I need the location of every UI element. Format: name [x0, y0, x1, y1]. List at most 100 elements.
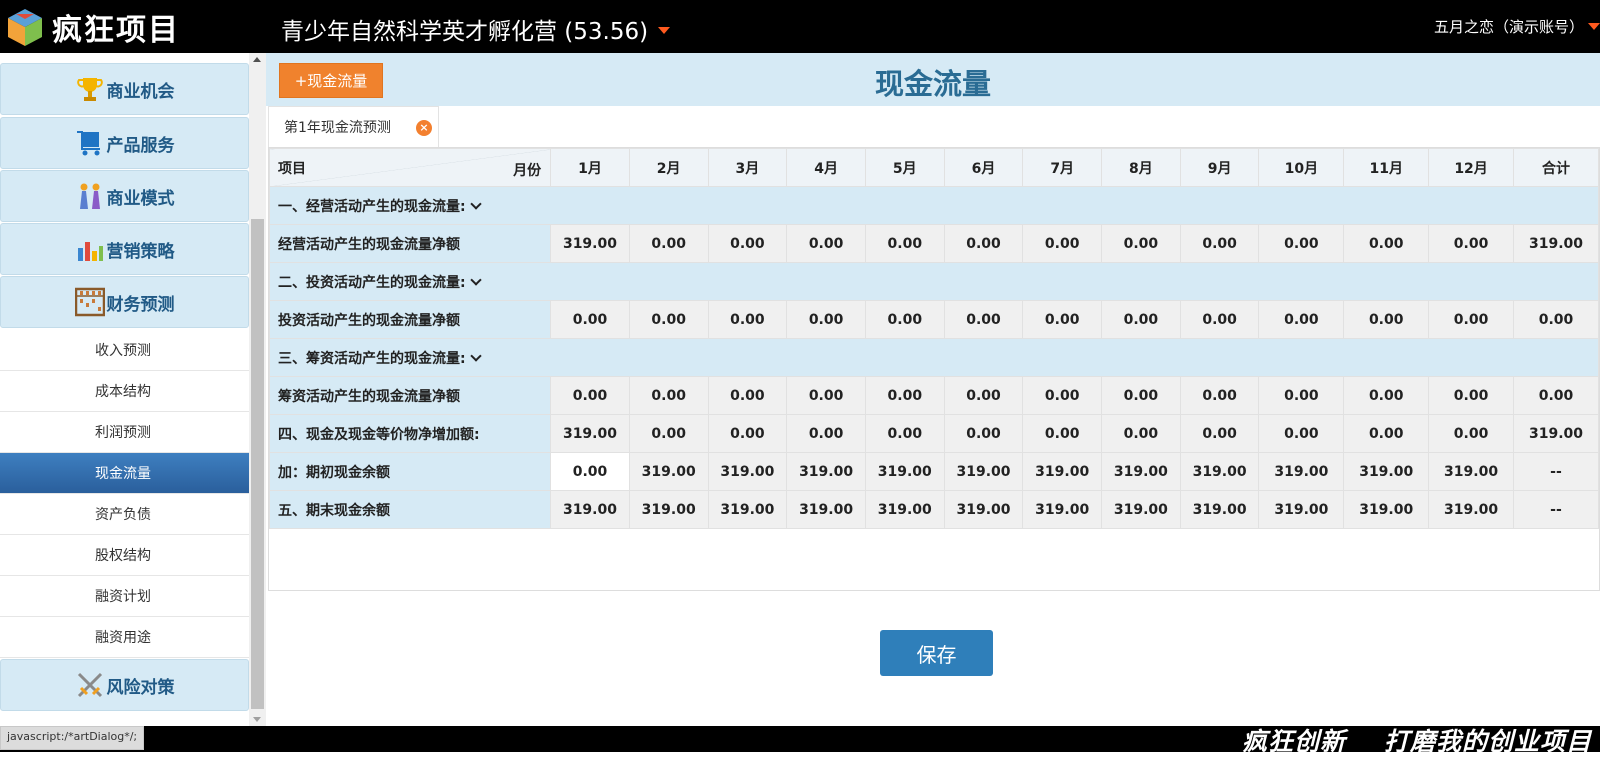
table-cell: 0.00: [707, 414, 788, 453]
sidebar-item-profit-forecast[interactable]: 利润预测: [0, 412, 249, 453]
table-cell: 319.00: [1101, 490, 1181, 529]
month-header: 月份: [513, 163, 542, 179]
table-cell: 319.00: [864, 490, 945, 529]
column-header: 合计: [1512, 148, 1600, 187]
scroll-thumb[interactable]: [251, 219, 264, 709]
sidebar-category-marketing[interactable]: 营销策略: [0, 223, 249, 275]
table-cell: 0.00: [1022, 414, 1103, 453]
table-cell: 0.00: [1428, 414, 1514, 453]
table-cell: 0.00: [786, 224, 866, 263]
table-cell: 0.00: [1101, 414, 1181, 453]
sidebar-item-financing-use[interactable]: 融资用途: [0, 617, 249, 658]
section-toggle-operating[interactable]: 一、经营活动产生的现金流量:: [269, 186, 1599, 225]
chevron-down-icon[interactable]: [469, 349, 482, 362]
sidebar-nav: 商业机会 产品服务 商业模式 营销策略 财务预测 收入预测 成本结构 利润预测 …: [0, 53, 249, 726]
chevron-down-icon[interactable]: [469, 273, 482, 286]
table-cell: 0.00: [1343, 376, 1430, 415]
column-header: 4月: [786, 148, 866, 187]
sidebar-category-products[interactable]: 产品服务: [0, 117, 249, 169]
column-header: 11月: [1343, 148, 1430, 187]
table-cell: 0.00: [864, 414, 945, 453]
sidebar-item-equity-structure[interactable]: 股权结构: [0, 535, 249, 576]
table-cell: 319.00: [1022, 490, 1103, 529]
section-row-investing: 二、投资活动产生的现金流量:: [269, 262, 1599, 301]
column-header: 6月: [943, 148, 1024, 187]
table-cell: 0.00: [1258, 224, 1345, 263]
add-cash-flow-button[interactable]: +现金流量: [279, 63, 383, 98]
footer-slogan: 疯狂创新 打磨我的创业项目: [1242, 722, 1592, 758]
table-cell: 319.00: [707, 490, 788, 529]
scroll-down-arrow-icon[interactable]: [253, 717, 261, 722]
column-header: 7月: [1022, 148, 1103, 187]
table-cell: 319.00: [1428, 490, 1514, 529]
sidebar-category-label: 产品服务: [106, 135, 175, 156]
row-label: 投资活动产生的现金流量净额: [268, 300, 552, 339]
sidebar-item-financing-plan[interactable]: 融资计划: [0, 576, 249, 617]
column-header: 5月: [864, 148, 945, 187]
table-row-net_increase: 四、现金及现金等价物净增加额: 319.00 0.00 0.00 0.00 0.00 0.0…: [268, 414, 1600, 453]
table-cell: 0.00: [943, 224, 1024, 263]
table-cell: 319.00: [550, 414, 630, 453]
sidebar-item-cost-structure[interactable]: 成本结构: [0, 371, 249, 412]
sidebar-category-business-opportunity[interactable]: 商业机会: [0, 63, 249, 115]
sidebar-category-label: 财务预测: [106, 294, 175, 315]
table-cell: 0.00: [707, 224, 788, 263]
sidebar-scrollbar[interactable]: [249, 53, 266, 726]
tab-year1-cash-flow-forecast[interactable]: 第1年现金流预测 ×: [268, 106, 439, 147]
sidebar-category-label: 营销策略: [106, 241, 175, 262]
column-header: 12月: [1428, 148, 1514, 187]
table-cell: 0.00: [943, 414, 1024, 453]
user-menu[interactable]: 五月之恋（演示账号）: [1434, 16, 1600, 37]
user-name: 五月之恋（演示账号）: [1433, 18, 1584, 36]
sidebar-item-cash-flow[interactable]: 现金流量: [0, 453, 249, 494]
save-button[interactable]: 保存: [880, 630, 993, 676]
table-cell: 0.00: [628, 376, 709, 415]
table-cell: 319.00: [786, 490, 866, 529]
sidebar-item-revenue-forecast[interactable]: 收入预测: [0, 330, 249, 371]
abacus-icon: [74, 287, 105, 317]
project-title-dropdown[interactable]: 青少年自然科学英才孵化营 (53.56): [281, 12, 671, 46]
table-cell: 319.00: [550, 490, 630, 529]
close-icon[interactable]: ×: [416, 120, 432, 136]
section-toggle-investing[interactable]: 二、投资活动产生的现金流量:: [269, 262, 1599, 301]
section-label: 二、投资活动产生的现金流量:: [278, 274, 466, 291]
row-label: 五、期末现金余额: [268, 490, 552, 529]
table-cell: 319.00: [1179, 490, 1260, 529]
app-logo[interactable]: 疯狂项目: [4, 4, 180, 50]
sidebar-category-label: 风险对策: [106, 677, 175, 698]
sidebar-item-balance-sheet[interactable]: 资产负债: [0, 494, 249, 535]
section-label: 三、筹资活动产生的现金流量:: [278, 350, 466, 367]
table-cell: 0.00: [1428, 224, 1514, 263]
table-cell: 0.00: [864, 300, 945, 339]
item-month-header: 项目 月份: [268, 148, 552, 187]
sidebar-category-business-model[interactable]: 商业模式: [0, 170, 249, 222]
table-cell: 0.00: [1179, 414, 1260, 453]
sidebar-category-risk-countermeasures[interactable]: 风险对策: [0, 659, 249, 711]
table-cell: 319.00: [628, 490, 709, 529]
caret-down-icon: [1588, 23, 1600, 30]
tab-label: 第1年现金流预测: [284, 120, 391, 136]
table-cell: 319.00: [943, 452, 1024, 491]
table-cell: 0.00: [943, 376, 1024, 415]
chevron-down-icon[interactable]: [469, 197, 482, 210]
column-header: 8月: [1101, 148, 1181, 187]
scroll-up-arrow-icon[interactable]: [253, 57, 261, 62]
table-row-opening_balance: 加：期初现金余额 0.00 319.00 319.00 319.00 319.00 319.…: [268, 452, 1600, 491]
table-row-operating_net: 经营活动产生的现金流量净额 319.00 0.00 0.00 0.00 0.00 0.00 0…: [268, 224, 1600, 263]
table-cell: 319.00: [864, 452, 945, 491]
trophy-icon: [76, 78, 103, 101]
table-cell: 0.00: [943, 300, 1024, 339]
table-cell: 0.00: [1179, 300, 1260, 339]
sidebar-category-label: 商业模式: [106, 188, 175, 209]
table-cell: 319.00: [1343, 452, 1430, 491]
opening-balance-input[interactable]: 0.00: [550, 452, 630, 491]
section-toggle-financing[interactable]: 三、筹资活动产生的现金流量:: [269, 338, 1599, 377]
column-header: 9月: [1179, 148, 1260, 187]
page-title: 现金流量: [874, 67, 991, 101]
table-cell: --: [1512, 490, 1600, 529]
table-cell: 319.00: [1258, 452, 1345, 491]
section-row-financing: 三、筹资活动产生的现金流量:: [269, 338, 1599, 377]
status-bar-url: javascript:/*artDialog*/;: [0, 726, 145, 750]
table-cell: 319.00: [628, 452, 709, 491]
sidebar-category-financial-forecast[interactable]: 财务预测: [0, 276, 249, 328]
